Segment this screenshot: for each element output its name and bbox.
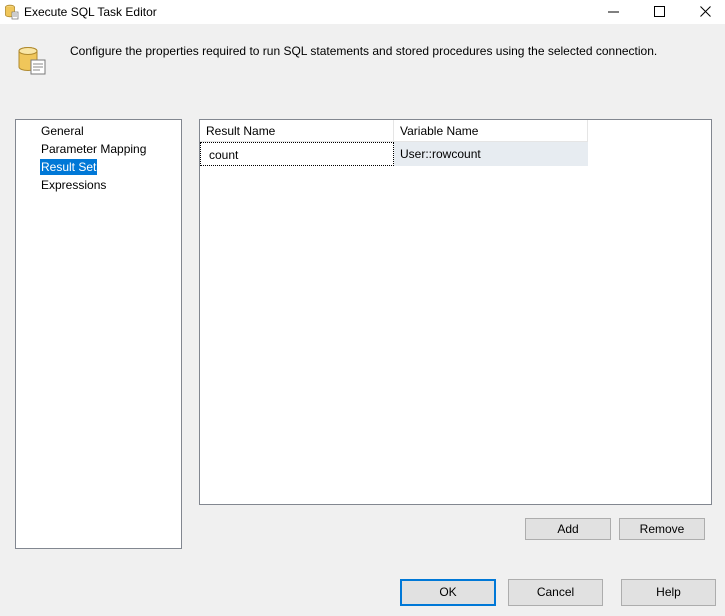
nav-item-general[interactable]: General	[40, 123, 85, 139]
column-header-result-name[interactable]: Result Name	[200, 120, 394, 142]
window-title: Execute SQL Task Editor	[24, 5, 157, 19]
sql-task-icon	[4, 4, 20, 20]
minimize-icon	[608, 11, 619, 13]
table-row[interactable]: count User::rowcount	[200, 142, 588, 166]
cancel-button[interactable]: Cancel	[508, 579, 603, 606]
header-description: Configure the properties required to run…	[70, 44, 658, 58]
page-nav-list[interactable]: General Parameter Mapping Result Set Exp…	[15, 119, 182, 549]
result-name-cell[interactable]: count	[200, 142, 394, 166]
nav-item-result-set[interactable]: Result Set	[40, 159, 98, 175]
variable-name-cell[interactable]: User::rowcount	[394, 142, 588, 166]
remove-button[interactable]: Remove	[619, 518, 705, 540]
grid-header: Result Name Variable Name	[200, 120, 588, 142]
database-page-icon	[16, 44, 48, 76]
nav-item-parameter-mapping[interactable]: Parameter Mapping	[40, 141, 147, 157]
result-set-grid[interactable]: Result Name Variable Name count User::ro…	[199, 119, 712, 505]
close-icon	[700, 6, 711, 17]
title-bar: Execute SQL Task Editor	[0, 0, 725, 24]
minimize-button[interactable]	[591, 0, 637, 24]
help-button[interactable]: Help	[621, 579, 716, 606]
maximize-icon	[654, 6, 665, 17]
maximize-button[interactable]	[637, 0, 683, 24]
close-button[interactable]	[683, 0, 725, 24]
column-header-variable-name[interactable]: Variable Name	[394, 120, 588, 142]
ok-button[interactable]: OK	[400, 579, 496, 606]
nav-item-expressions[interactable]: Expressions	[40, 177, 107, 193]
add-button[interactable]: Add	[525, 518, 611, 540]
